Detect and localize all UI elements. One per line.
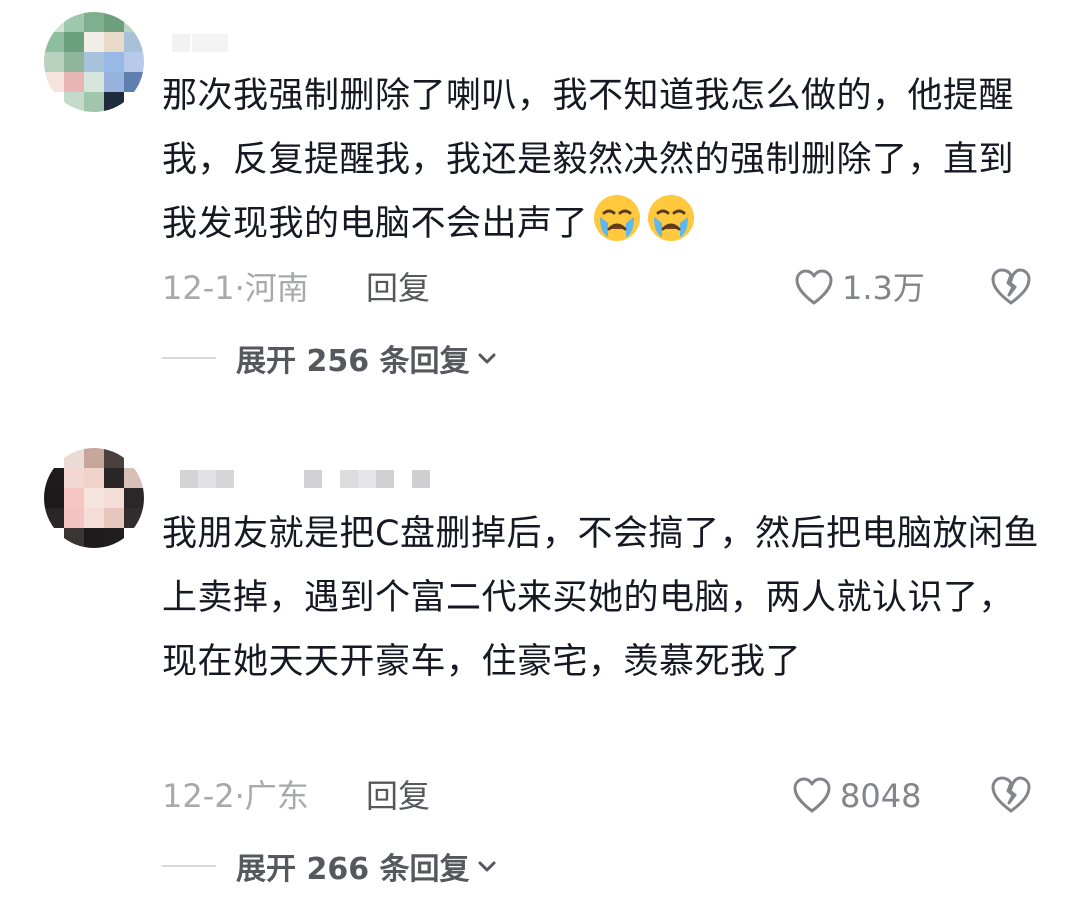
comment-text-content: 我朋友就是把C盘删掉后，不会搞了，然后把电脑放闲鱼上卖掉，遇到个富二代来买她的电… [162,514,1039,682]
like-count: 1.3万 [842,269,925,307]
like-button[interactable]: 1.3万 [794,266,925,310]
expand-replies-label: 展开 256 条回复 [236,344,470,379]
like-count: 8048 [840,777,922,815]
crying-face-icon [648,195,695,241]
comment-item: 那次我强制删除了喇叭，我不知道我怎么做的，他提醒我，反复提醒我，我还是毅然决然的… [0,0,1080,400]
chevron-down-icon [478,861,496,872]
chevron-down-icon [478,353,496,364]
heart-outline-icon [795,269,833,305]
avatar[interactable] [44,448,144,548]
expand-replies-button[interactable]: 展开 256 条回复 [162,336,498,380]
date-location: 12-1·河南 [162,269,309,307]
comment-text: 我朋友就是把C盘删掉后，不会搞了，然后把电脑放闲鱼上卖掉，遇到个富二代来买她的电… [162,502,1042,694]
broken-heart-icon[interactable] [990,774,1032,816]
heart-outline-icon [793,777,831,813]
date-location: 12-2·广东 [162,777,309,815]
comment-text-content: 那次我强制删除了喇叭，我不知道我怎么做的，他提醒我，反复提醒我，我还是毅然决然的… [162,76,1015,244]
expand-replies-label: 展开 266 条回复 [236,852,470,887]
divider-line [162,357,216,359]
comment-item: 我朋友就是把C盘删掉后，不会搞了，然后把电脑放闲鱼上卖掉，遇到个富二代来买她的电… [0,440,1080,914]
comment-list: 那次我强制删除了喇叭，我不知道我怎么做的，他提醒我，反复提醒我，我还是毅然决然的… [0,0,1080,914]
like-button[interactable]: 8048 [792,774,921,818]
comment-meta: 12-1·河南 回复 [162,266,430,310]
comment-meta: 12-2·广东 回复 [162,774,430,818]
divider-line [162,865,216,867]
reply-button[interactable]: 回复 [366,266,430,310]
crying-face-icon [594,195,641,241]
broken-heart-icon[interactable] [990,266,1032,308]
avatar[interactable] [44,12,144,112]
comment-text: 那次我强制删除了喇叭，我不知道我怎么做的，他提醒我，反复提醒我，我还是毅然决然的… [162,64,1042,256]
reply-button[interactable]: 回复 [366,774,430,818]
expand-replies-button[interactable]: 展开 266 条回复 [162,844,498,888]
